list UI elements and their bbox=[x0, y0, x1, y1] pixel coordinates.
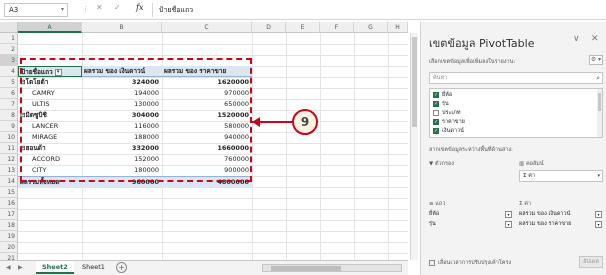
select-all-button[interactable] bbox=[0, 22, 18, 33]
row-header[interactable]: 9 bbox=[0, 121, 18, 132]
column-header[interactable]: B bbox=[82, 22, 162, 33]
sheet-tab-bar: ◀ ▶ Sheet2 Sheet1 + bbox=[0, 260, 408, 275]
field-item[interactable]: ✓ ราคาขาย bbox=[433, 118, 465, 127]
row-header[interactable]: 8 bbox=[0, 110, 18, 121]
values-area-item[interactable]: ผลรวม ของ ราคาขาย ▾ bbox=[519, 220, 603, 229]
column-header[interactable]: C bbox=[162, 22, 252, 33]
callout-number: 9 bbox=[292, 109, 318, 135]
pivot-fields-pane: เขตข้อมูล PivotTable ∨ ✕ เลือกเขตข้อมูลเ… bbox=[420, 22, 606, 275]
filters-area-label: ▼ ตัวกรอง bbox=[429, 161, 454, 167]
formula-bar: A3 ▾ ⋮ ✕ ✓ fx ป้ายชื่อแถว bbox=[0, 0, 606, 20]
search-placeholder: ค้นหา bbox=[433, 75, 448, 81]
columns-area-label: ▥ คอลัมน์ bbox=[519, 161, 544, 167]
values-area-item[interactable]: ผลรวม ของ เงินดาวน์ ▾ bbox=[519, 210, 603, 219]
pane-title: เขตข้อมูล PivotTable bbox=[429, 37, 535, 50]
checkbox-unchecked-icon[interactable] bbox=[433, 109, 439, 116]
update-button[interactable]: อัปเดต bbox=[579, 256, 603, 268]
columns-icon: ▥ bbox=[519, 161, 526, 167]
chevron-down-icon[interactable]: ▾ bbox=[595, 221, 602, 228]
row-header[interactable]: 15 bbox=[0, 187, 18, 198]
values-area-label: Σ ค่า bbox=[519, 201, 531, 207]
arrow-head-icon bbox=[252, 117, 260, 127]
rows-area-item[interactable]: รุ่น ▾ bbox=[429, 220, 513, 229]
row-header[interactable]: 18 bbox=[0, 220, 18, 231]
sheet-tab-sheet1[interactable]: Sheet1 bbox=[76, 261, 111, 274]
field-list-scrollbar[interactable] bbox=[597, 89, 602, 137]
next-sheet-icon[interactable]: ▶ bbox=[18, 264, 23, 271]
chevron-down-icon[interactable]: ▾ bbox=[505, 211, 512, 218]
columns-area-item[interactable]: Σ ค่า ▾ bbox=[519, 170, 603, 182]
column-header[interactable]: D bbox=[252, 22, 286, 33]
column-header[interactable]: G bbox=[354, 22, 388, 33]
separator-icon: ⋮ bbox=[82, 5, 89, 13]
checkbox-checked-icon[interactable]: ✓ bbox=[433, 127, 439, 134]
chevron-down-icon[interactable]: ▾ bbox=[61, 4, 64, 16]
sheet-tab-sheet2[interactable]: Sheet2 bbox=[36, 261, 74, 274]
row-header[interactable]: 17 bbox=[0, 209, 18, 220]
row-header[interactable]: 14 bbox=[0, 176, 18, 187]
row-header[interactable]: 13 bbox=[0, 165, 18, 176]
chevron-down-icon[interactable]: ▾ bbox=[505, 221, 512, 228]
rows-area-label: ≡ แถว bbox=[429, 201, 446, 207]
row-header[interactable]: 21 bbox=[0, 253, 18, 260]
field-search-input[interactable]: ค้นหา ⌕ bbox=[429, 72, 603, 84]
checkbox-checked-icon[interactable]: ✓ bbox=[433, 91, 439, 98]
checkbox-unchecked-icon[interactable] bbox=[429, 259, 435, 266]
row-header[interactable]: 5 bbox=[0, 77, 18, 88]
defer-layout-update[interactable]: เลื่อนเวลาการปรับปรุงเค้าโครง bbox=[429, 259, 511, 267]
column-header[interactable]: A bbox=[18, 22, 82, 33]
row-header[interactable]: 11 bbox=[0, 143, 18, 154]
row-header[interactable]: 12 bbox=[0, 154, 18, 165]
field-item[interactable]: ประเภท bbox=[433, 109, 461, 118]
formula-content: ป้ายชื่อแถว bbox=[159, 6, 194, 14]
row-header[interactable]: 19 bbox=[0, 231, 18, 242]
field-item[interactable]: ✓ รุ่น bbox=[433, 100, 449, 109]
cancel-icon[interactable]: ✕ bbox=[96, 3, 103, 12]
add-sheet-icon[interactable]: + bbox=[116, 262, 127, 273]
gear-icon[interactable]: ⚙ ▾ bbox=[589, 55, 603, 65]
field-item[interactable]: ✓ ยี่ห้อ bbox=[433, 91, 452, 100]
row-header[interactable]: 16 bbox=[0, 198, 18, 209]
row-header[interactable]: 20 bbox=[0, 242, 18, 253]
row-header[interactable]: 3 bbox=[0, 55, 18, 66]
name-box[interactable]: A3 ▾ bbox=[4, 3, 68, 17]
column-header[interactable]: E bbox=[286, 22, 320, 33]
row-header[interactable]: 7 bbox=[0, 99, 18, 110]
formula-input[interactable]: ป้ายชื่อแถว bbox=[152, 3, 402, 17]
row-header[interactable]: 4 bbox=[0, 66, 18, 77]
prev-sheet-icon[interactable]: ◀ bbox=[6, 264, 11, 271]
column-header[interactable]: H bbox=[388, 22, 408, 33]
search-icon: ⌕ bbox=[596, 74, 600, 82]
close-icon[interactable]: ✕ bbox=[591, 34, 599, 44]
column-header[interactable]: F bbox=[320, 22, 354, 33]
enter-icon[interactable]: ✓ bbox=[114, 3, 121, 12]
field-list: ✓ ยี่ห้อ ✓ รุ่น ประเภท ✓ ราคาขาย ✓ เงินดาวน์ bbox=[429, 88, 603, 138]
row-header[interactable]: 10 bbox=[0, 132, 18, 143]
field-item[interactable]: ✓ เงินดาวน์ bbox=[433, 127, 464, 136]
row-header[interactable]: 6 bbox=[0, 88, 18, 99]
collapse-icon[interactable]: ∨ bbox=[573, 34, 580, 44]
drag-areas-label: ลากเขตข้อมูลระหว่างพื้นที่ด้านล่าง: bbox=[429, 147, 513, 153]
insert-function-button[interactable]: fx bbox=[136, 3, 143, 12]
pane-subtitle: เลือกเขตข้อมูลเพื่อเพิ่มลงในรายงาน: bbox=[429, 59, 516, 65]
horizontal-scrollbar[interactable] bbox=[262, 264, 402, 272]
name-box-value: A3 bbox=[9, 6, 19, 14]
checkbox-checked-icon[interactable]: ✓ bbox=[433, 100, 439, 107]
vertical-scrollbar[interactable] bbox=[410, 33, 418, 260]
chevron-down-icon[interactable]: ▾ bbox=[595, 211, 602, 218]
rows-area-item[interactable]: ยี่ห้อ ▾ bbox=[429, 210, 513, 219]
highlight-box bbox=[20, 58, 252, 182]
row-header[interactable]: 2 bbox=[0, 44, 18, 55]
row-header[interactable]: 1 bbox=[0, 33, 18, 44]
chevron-down-icon[interactable]: ▾ bbox=[597, 171, 600, 181]
checkbox-checked-icon[interactable]: ✓ bbox=[433, 118, 439, 125]
